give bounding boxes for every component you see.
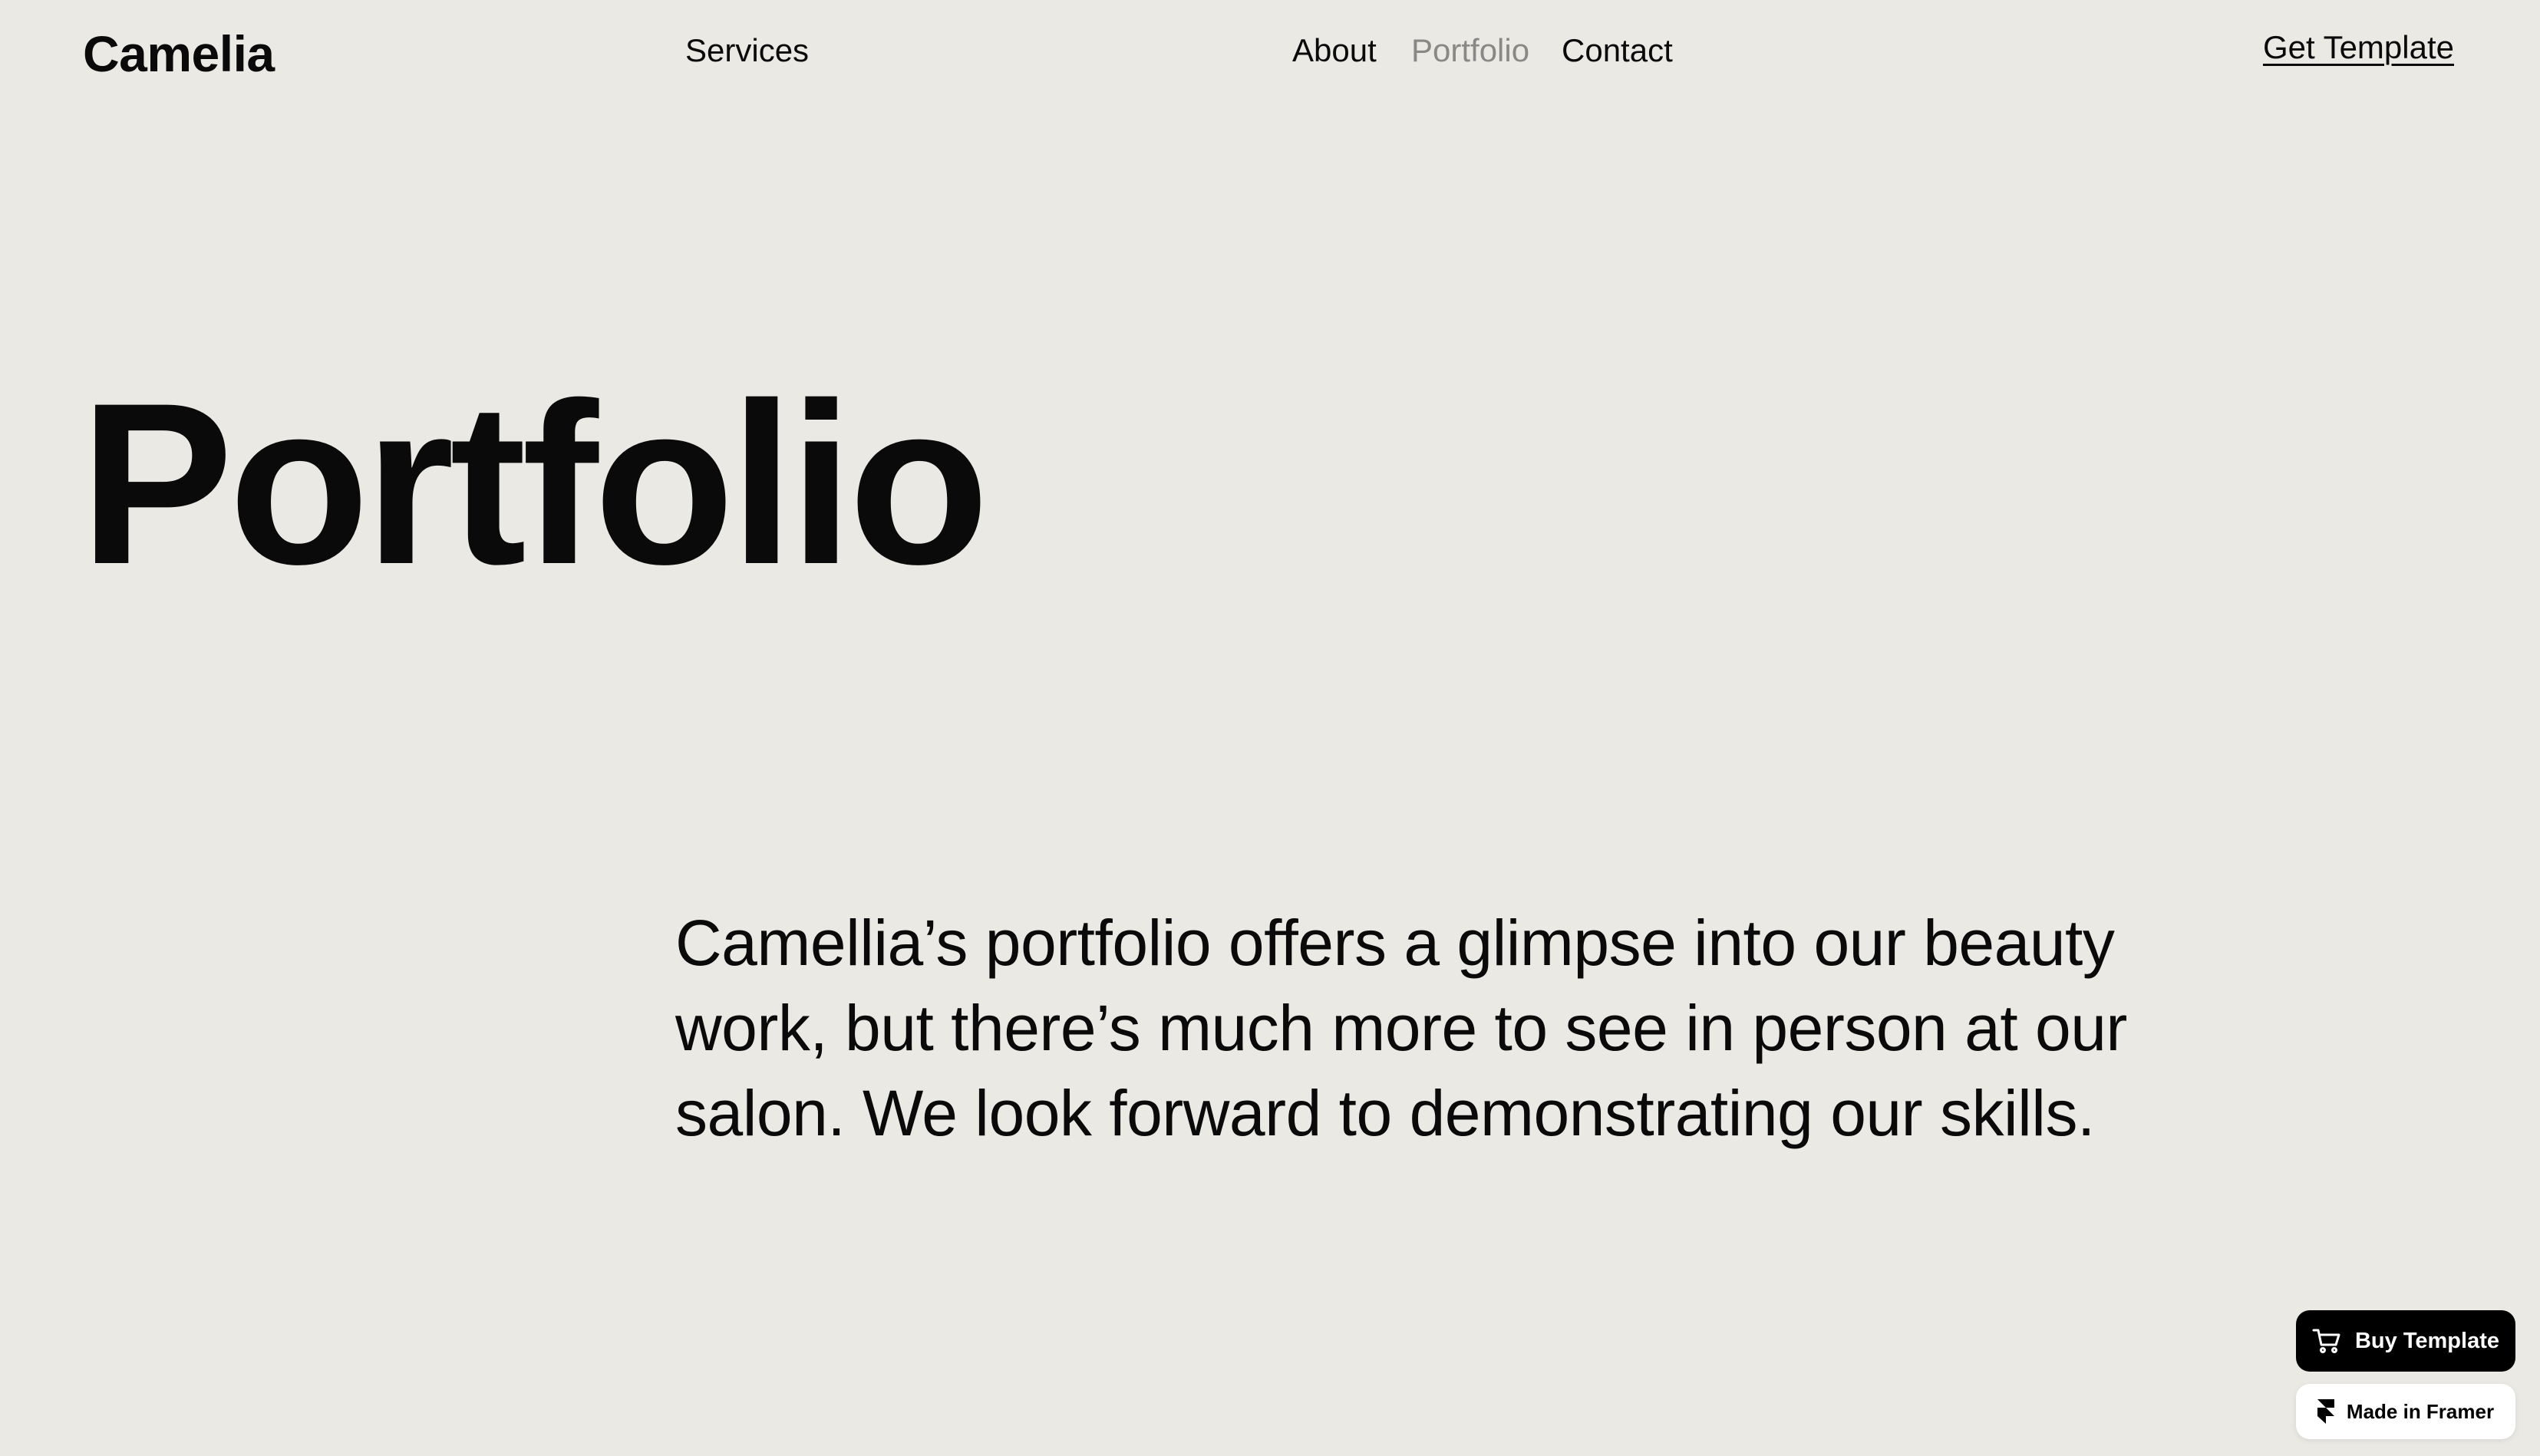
framer-logo-icon [2317,1399,2334,1424]
nav-about-link[interactable]: About [1292,29,1377,72]
made-in-framer-badge[interactable]: Made in Framer [2296,1384,2515,1439]
page-title: Portfolio [80,354,989,612]
cart-icon [2312,1328,2341,1354]
nav-contact-link[interactable]: Contact [1562,29,1673,72]
get-template-link[interactable]: Get Template [2263,26,2454,69]
buy-template-label: Buy Template [2354,1328,2499,1353]
nav-portfolio-link[interactable]: Portfolio [1411,29,1529,72]
brand-logo[interactable]: Camelia [83,21,275,86]
made-in-framer-label: Made in Framer [2346,1399,2495,1423]
intro-paragraph: Camellia’s portfolio offers a glimpse in… [675,907,2127,1149]
buy-template-button[interactable]: Buy Template [2296,1310,2515,1372]
nav-services-link[interactable]: Services [685,29,809,72]
